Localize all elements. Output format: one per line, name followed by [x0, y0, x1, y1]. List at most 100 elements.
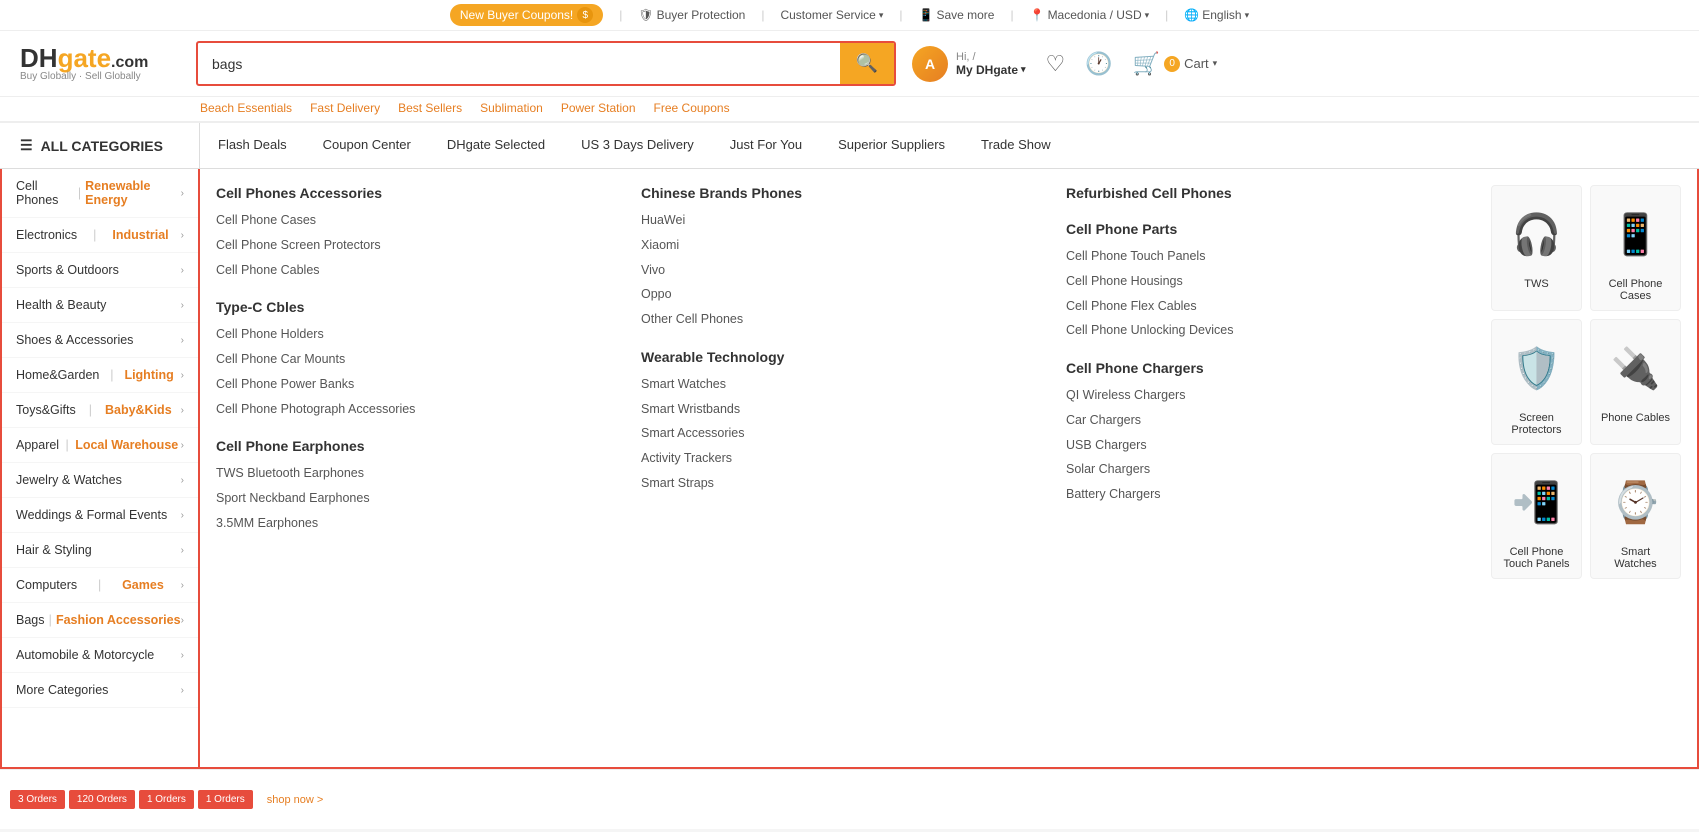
sidebar-item[interactable]: More Categories› [2, 673, 198, 708]
product-card[interactable]: ⌚ Smart Watches [1590, 453, 1681, 579]
search-bar[interactable]: 🔍 [196, 41, 896, 86]
section-item[interactable]: Other Cell Phones [641, 310, 1056, 329]
dropdown-col2: Chinese Brands PhonesHuaWeiXiaomiVivoOpp… [641, 185, 1056, 751]
nav-tab[interactable]: Flash Deals [200, 123, 305, 168]
section-title: Cell Phones Accessories [216, 185, 631, 201]
quick-link[interactable]: Beach Essentials [200, 101, 292, 115]
product-card-row: 📲 Cell Phone Touch Panels ⌚ Smart Watche… [1491, 453, 1681, 579]
dropdown-col3: Refurbished Cell PhonesCell Phone PartsC… [1066, 185, 1481, 751]
bottom-bar-item[interactable]: 120 Orders [69, 790, 135, 809]
sidebar-item[interactable]: Cell Phones | Renewable Energy› [2, 169, 198, 218]
quick-link[interactable]: Power Station [561, 101, 636, 115]
nav-tab[interactable]: Just For You [712, 123, 820, 168]
account-section: A Hi, / My DHgate ▾ [912, 46, 1026, 82]
account-info[interactable]: Hi, / My DHgate ▾ [956, 51, 1026, 77]
card-image: ⌚ [1599, 462, 1672, 542]
nav-tab[interactable]: Trade Show [963, 123, 1069, 168]
nav-tab[interactable]: Superior Suppliers [820, 123, 963, 168]
card-label: Phone Cables [1599, 412, 1672, 424]
section-item[interactable]: Cell Phone Power Banks [216, 375, 631, 394]
bottom-bar-item[interactable]: 3 Orders [10, 790, 65, 809]
product-card[interactable]: 🛡️ Screen Protectors [1491, 319, 1582, 445]
quick-link[interactable]: Best Sellers [398, 101, 462, 115]
section-item[interactable]: Battery Chargers [1066, 485, 1481, 504]
bottom-bar-item[interactable]: 1 Orders [198, 790, 253, 809]
save-more-link[interactable]: 📱 Save more [919, 8, 995, 22]
mydhgate-link[interactable]: My DHgate ▾ [956, 63, 1026, 77]
section-item[interactable]: Vivo [641, 261, 1056, 280]
section-item[interactable]: Cell Phone Cases [216, 211, 631, 230]
sep2: | [761, 8, 764, 22]
section-item[interactable]: Cell Phone Holders [216, 325, 631, 344]
separator-icon: | [98, 578, 101, 592]
section-item[interactable]: Oppo [641, 285, 1056, 304]
section-item[interactable]: Cell Phone Cables [216, 261, 631, 280]
section-item[interactable]: Cell Phone Touch Panels [1066, 247, 1481, 266]
logo[interactable]: DHgate.com Buy Globally · Sell Globally [20, 45, 180, 82]
quick-link[interactable]: Fast Delivery [310, 101, 380, 115]
section-item[interactable]: Cell Phone Unlocking Devices [1066, 321, 1481, 340]
nav-tab[interactable]: DHgate Selected [429, 123, 563, 168]
section-item[interactable]: Smart Straps [641, 474, 1056, 493]
section-item[interactable]: 3.5MM Earphones [216, 514, 631, 533]
product-card[interactable]: 📲 Cell Phone Touch Panels [1491, 453, 1582, 579]
quick-link[interactable]: Sublimation [480, 101, 543, 115]
section-item[interactable]: Smart Watches [641, 375, 1056, 394]
sidebar-item[interactable]: Jewelry & Watches› [2, 463, 198, 498]
customer-service-link[interactable]: Customer Service ▾ [780, 8, 883, 22]
sidebar-item[interactable]: Electronics | Industrial› [2, 218, 198, 253]
product-card[interactable]: 🔌 Phone Cables [1590, 319, 1681, 445]
sidebar-item[interactable]: Automobile & Motorcycle› [2, 638, 198, 673]
sidebar-item[interactable]: Hair & Styling› [2, 533, 198, 568]
section-item[interactable]: Solar Chargers [1066, 460, 1481, 479]
sidebar-item[interactable]: Sports & Outdoors› [2, 253, 198, 288]
card-image: 📱 [1599, 194, 1672, 274]
section-item[interactable]: Cell Phone Housings [1066, 272, 1481, 291]
section-item[interactable]: Activity Trackers [641, 449, 1056, 468]
sidebar-item[interactable]: Health & Beauty› [2, 288, 198, 323]
shop-now-link[interactable]: shop now > [267, 794, 324, 806]
section-title: Cell Phone Earphones [216, 438, 631, 454]
sidebar-item[interactable]: Apparel | Local Warehouse› [2, 428, 198, 463]
nav-tab[interactable]: Coupon Center [305, 123, 429, 168]
sidebar-item[interactable]: Home&Garden | Lighting› [2, 358, 198, 393]
sidebar-item[interactable]: Shoes & Accessories› [2, 323, 198, 358]
all-categories-button[interactable]: ☰ ALL CATEGORIES [0, 123, 200, 168]
section-item[interactable]: Smart Wristbands [641, 400, 1056, 419]
sidebar-item[interactable]: Bags | Fashion Accessories› [2, 603, 198, 638]
sidebar-item[interactable]: Weddings & Formal Events› [2, 498, 198, 533]
search-button[interactable]: 🔍 [840, 43, 894, 84]
logo-com: .com [111, 54, 148, 71]
sidebar-item[interactable]: Toys&Gifts | Baby&Kids› [2, 393, 198, 428]
section-item[interactable]: Sport Neckband Earphones [216, 489, 631, 508]
section-item[interactable]: Xiaomi [641, 236, 1056, 255]
section-item[interactable]: Cell Phone Flex Cables [1066, 297, 1481, 316]
quick-link[interactable]: Free Coupons [654, 101, 730, 115]
sidebar-item[interactable]: Computers | Games› [2, 568, 198, 603]
product-card[interactable]: 📱 Cell Phone Cases [1590, 185, 1681, 311]
bottom-bar-item[interactable]: 1 Orders [139, 790, 194, 809]
section-item[interactable]: Cell Phone Screen Protectors [216, 236, 631, 255]
history-button[interactable]: 🕐 [1085, 51, 1112, 77]
buyer-protection-link[interactable]: 🛡 Buyer Protection [638, 8, 745, 22]
section-item[interactable]: Car Chargers [1066, 411, 1481, 430]
section-item[interactable]: TWS Bluetooth Earphones [216, 464, 631, 483]
section-item[interactable]: Cell Phone Photograph Accessories [216, 400, 631, 419]
section-item[interactable]: USB Chargers [1066, 436, 1481, 455]
product-card[interactable]: 🎧 TWS [1491, 185, 1582, 311]
chevron-right-icon: › [181, 615, 184, 626]
coupon-button[interactable]: New Buyer Coupons! $ [450, 4, 603, 26]
cart-button[interactable]: 🛒 0 Cart ▾ [1133, 51, 1218, 77]
sidebar-item-highlight: Fashion Accessories [56, 613, 181, 627]
wishlist-button[interactable]: ♡ [1046, 51, 1066, 77]
location-link[interactable]: 📍 Macedonia / USD ▾ [1030, 8, 1150, 22]
nav-tab[interactable]: US 3 Days Delivery [563, 123, 712, 168]
logo-subtitle: Buy Globally · Sell Globally [20, 71, 180, 82]
section-item[interactable]: Cell Phone Car Mounts [216, 350, 631, 369]
dropdown-section: Cell Phone Earphones TWS Bluetooth Earpho… [216, 438, 631, 532]
section-item[interactable]: HuaWei [641, 211, 1056, 230]
search-input[interactable] [198, 46, 840, 82]
section-item[interactable]: QI Wireless Chargers [1066, 386, 1481, 405]
section-item[interactable]: Smart Accessories [641, 424, 1056, 443]
language-link[interactable]: 🌐 English ▾ [1184, 8, 1249, 22]
